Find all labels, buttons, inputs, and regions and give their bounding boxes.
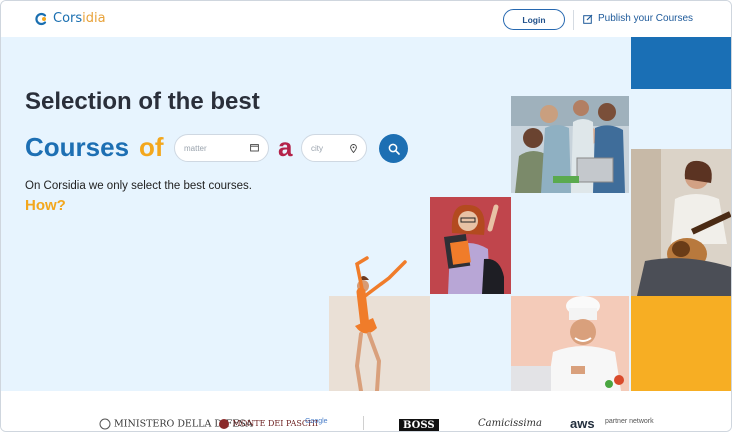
partners-strip: MINISTERO DELLA DIFESA MONTE DEI PASCHI …	[1, 391, 731, 431]
partner-aws-network: partner network	[605, 418, 654, 425]
corsidia-logo-icon	[35, 12, 47, 25]
partner-monte-paschi: MONTE DEI PASCHI	[218, 418, 318, 430]
partner-camicissima: Camicissima	[478, 418, 542, 429]
hero-tagline: On Corsidia we only select the best cour…	[25, 180, 252, 192]
book-icon	[250, 144, 259, 152]
students-group-photo	[511, 96, 629, 193]
edit-icon	[583, 14, 593, 24]
gymnast-figure	[354, 256, 407, 391]
a-word: a	[278, 132, 293, 162]
search-button[interactable]	[379, 134, 408, 163]
matter-placeholder: matter	[184, 143, 207, 153]
student-photo	[430, 197, 511, 294]
logo-text: Corsidia	[53, 11, 106, 26]
top-header: Corsidia Login Publish your Courses	[1, 1, 731, 37]
publish-courses-link[interactable]: Publish your Courses	[583, 13, 693, 24]
yellow-accent-tile	[631, 296, 731, 391]
search-icon	[388, 143, 400, 155]
location-pin-icon	[350, 144, 357, 153]
bank-seal-icon	[219, 419, 229, 429]
of-word: of	[139, 132, 164, 162]
city-placeholder: city	[311, 143, 323, 153]
partner-google: Google	[305, 418, 328, 425]
header-divider	[573, 10, 574, 30]
guitar-player-photo	[631, 149, 731, 296]
hero-headline: Selection of the best	[25, 88, 260, 115]
matter-input[interactable]: matter	[174, 134, 269, 162]
how-link[interactable]: How?	[25, 197, 66, 214]
partner-divider	[363, 416, 364, 430]
browser-frame: Corsidia Login Publish your Courses Sele…	[0, 0, 732, 432]
city-input[interactable]: city	[301, 134, 367, 162]
corsidia-logo[interactable]: Corsidia	[35, 11, 106, 26]
chef-photo	[511, 296, 629, 391]
login-button[interactable]: Login	[503, 9, 565, 30]
publish-courses-label: Publish your Courses	[598, 13, 694, 24]
courses-word: Courses	[25, 132, 130, 162]
blue-accent-tile	[631, 37, 731, 89]
partner-aws: aws	[570, 416, 595, 431]
coat-of-arms-icon	[99, 418, 111, 430]
partner-boss: BOSS	[399, 419, 439, 431]
hero-section: Selection of the best Courses of matter …	[1, 37, 731, 391]
